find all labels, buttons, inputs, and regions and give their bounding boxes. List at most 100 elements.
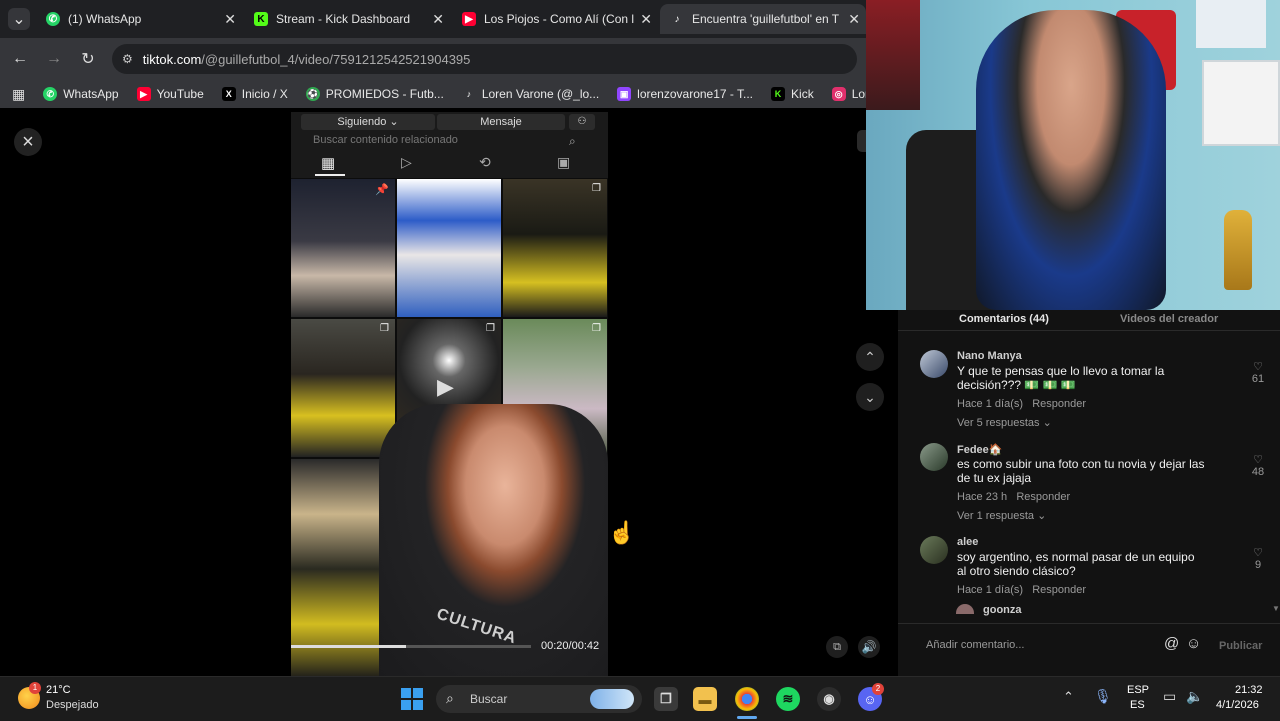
comment-username[interactable]: alee — [957, 536, 978, 548]
comment-item: alee soy argentino, es normal pasar de u… — [920, 536, 1263, 600]
comment-time: Hace 1 día(s) — [957, 584, 1024, 596]
following-button: Siguiendo ⌄ — [301, 114, 435, 130]
scroll-down-icon[interactable]: ▼ — [1272, 604, 1280, 613]
kick-icon: K — [771, 87, 786, 101]
apps-grid-icon[interactable]: ▦ — [12, 86, 25, 103]
language-top[interactable]: ESP — [1127, 684, 1149, 696]
close-icon[interactable]: ✕ — [224, 11, 236, 28]
view-replies-button[interactable]: Ver 1 respuesta ⌄ — [957, 509, 1046, 522]
reply-button[interactable]: Responder — [1016, 491, 1070, 503]
comment-text: soy argentino, es normal pasar de un equ… — [957, 550, 1195, 578]
side-poster — [866, 0, 920, 110]
wall-shirt — [1196, 0, 1266, 48]
like-button[interactable]: ♡ 48 — [1248, 453, 1268, 478]
bookmark-x[interactable]: X Inicio / X — [221, 87, 288, 101]
tab-search-icon[interactable]: ⌄ — [8, 8, 30, 30]
view-replies-button[interactable]: Ver 5 respuestas ⌄ — [957, 416, 1052, 429]
reload-icon[interactable]: ↻ — [77, 48, 99, 70]
avatar[interactable] — [920, 443, 948, 471]
windows-start-icon[interactable] — [401, 688, 423, 710]
comment-text: Y que te pensas que lo llevo a tomar la … — [957, 364, 1165, 392]
url-path: /@guillefutbol_4/video/75912125425219043… — [201, 51, 471, 67]
related-search-placeholder: Buscar contenido relacionado — [313, 134, 458, 146]
bookmark-tiktok[interactable]: ♪ Loren Varone (@_lo... — [462, 87, 600, 101]
like-button[interactable]: ♡ 61 — [1248, 360, 1268, 385]
close-icon[interactable]: ✕ — [432, 11, 444, 28]
forward-icon[interactable]: → — [43, 48, 65, 70]
bookmark-label: YouTube — [156, 87, 204, 101]
comment-item: Nano Manya Y que te pensas que lo llevo … — [920, 350, 1264, 434]
heart-icon: ♡ — [1253, 361, 1263, 373]
previous-video-button[interactable]: ⌃ — [856, 343, 884, 371]
chevron-up-icon[interactable]: ⌃ — [1063, 689, 1074, 705]
volume-icon[interactable]: 🔊 — [858, 636, 880, 658]
add-comment-input[interactable]: Añadir comentario... — [926, 639, 1024, 651]
video-progress-bar[interactable] — [291, 645, 531, 648]
task-view-icon[interactable]: ❐ — [654, 687, 678, 711]
comment-username[interactable]: Fedee🏠 — [957, 443, 1003, 456]
carousel-icon: ❐ — [380, 323, 389, 334]
taskbar-search-box[interactable]: ⌕ Buscar — [436, 685, 642, 713]
bookmark-promiedos[interactable]: ⚽ PROMIEDOS - Futb... — [305, 87, 444, 101]
obs-icon[interactable]: ◉ — [817, 687, 841, 711]
reply-button[interactable]: Responder — [1032, 584, 1086, 596]
close-video-button[interactable]: × — [14, 128, 42, 156]
comment-time: Hace 23 h — [957, 491, 1008, 503]
floating-player-icon[interactable]: ⧉ — [826, 636, 848, 658]
tab-creator-videos[interactable]: Videos del creador — [1120, 313, 1218, 325]
bookmark-youtube[interactable]: ▶ YouTube — [136, 87, 204, 101]
tab-youtube[interactable]: ▶ Los Piojos - Como Alí (Con l ✕ — [452, 4, 658, 34]
tiktok-icon: ♪ — [466, 89, 472, 99]
wall-poster — [1202, 60, 1280, 146]
bookmark-whatsapp[interactable]: ✆ WhatsApp — [43, 87, 119, 101]
tabs-divider — [898, 330, 1280, 331]
weather-temp[interactable]: 21°C — [46, 684, 71, 696]
clock-time[interactable]: 21:32 — [1235, 684, 1263, 696]
video-player[interactable]: Siguiendo ⌄ Mensaje ⚇ Buscar contenido r… — [291, 112, 608, 676]
avatar[interactable] — [956, 604, 974, 614]
bookmark-label: WhatsApp — [63, 87, 119, 101]
language-bottom[interactable]: ES — [1130, 699, 1145, 711]
network-icon[interactable]: ▭ — [1163, 688, 1176, 705]
spotify-icon[interactable]: ≋ — [776, 687, 800, 711]
tab-comments[interactable]: Comentarios (44) — [959, 313, 1049, 325]
close-icon[interactable]: ✕ — [848, 11, 860, 28]
emoji-icon[interactable]: ☺ — [1186, 635, 1201, 652]
bookmarks-bar: ▦ ✆ WhatsApp ▶ YouTube X Inicio / X ⚽ PROMIE… — [0, 80, 908, 108]
bookmark-kick[interactable]: K Kick — [771, 87, 814, 101]
close-icon[interactable]: ✕ — [640, 11, 652, 28]
video-thumbnail: 📌 — [291, 179, 395, 317]
next-video-button[interactable]: ⌄ — [856, 383, 884, 411]
avatar[interactable] — [920, 536, 948, 564]
search-icon: ⌕ — [569, 134, 576, 148]
mention-icon[interactable]: @ — [1164, 635, 1179, 652]
bookmark-label: lorenzovarone17 - T... — [637, 87, 754, 101]
tab-whatsapp[interactable]: ✆ (1) WhatsApp ✕ — [36, 4, 242, 34]
comment-username[interactable]: Nano Manya — [957, 350, 1022, 362]
chrome-icon[interactable] — [735, 687, 759, 711]
tagged-icon: ▣ — [557, 154, 571, 170]
publish-button[interactable]: Publicar — [1219, 640, 1262, 652]
reply-button[interactable]: Responder — [1032, 398, 1086, 410]
comment-meta: Hace 1 día(s) Responder — [957, 584, 1086, 596]
url-bar[interactable]: ⚙ tiktok.com/@guillefutbol_4/video/75912… — [112, 44, 857, 74]
back-icon[interactable]: ← — [9, 48, 31, 70]
tab-tiktok[interactable]: ♪ Encuentra 'guillefutbol' en T ✕ — [660, 4, 866, 34]
bookmark-label: PROMIEDOS - Futb... — [325, 87, 444, 101]
file-explorer-icon[interactable]: ▬ — [693, 687, 717, 711]
tab-kick[interactable]: K Stream - Kick Dashboard ✕ — [244, 4, 450, 34]
weather-desc[interactable]: Despejado — [46, 699, 99, 711]
avatar[interactable] — [920, 350, 948, 378]
promiedos-icon: ⚽ — [305, 87, 320, 101]
microphone-icon[interactable]: 🎙 — [1094, 688, 1112, 705]
message-button: Mensaje — [437, 114, 565, 130]
profile-header-recording: Siguiendo ⌄ Mensaje ⚇ Buscar contenido r… — [291, 112, 608, 178]
clock-date[interactable]: 4/1/2026 — [1216, 699, 1259, 711]
carousel-icon: ❐ — [592, 323, 601, 334]
comment-username[interactable]: goonza — [983, 604, 1022, 616]
speaker-icon[interactable]: 🔈 — [1186, 688, 1203, 705]
bookmark-twitch[interactable]: ▣ lorenzovarone17 - T... — [617, 87, 753, 101]
like-button[interactable]: ♡ 9 — [1248, 546, 1268, 571]
site-settings-icon[interactable]: ⚙ — [122, 52, 133, 66]
discord-badge: 2 — [872, 683, 884, 695]
